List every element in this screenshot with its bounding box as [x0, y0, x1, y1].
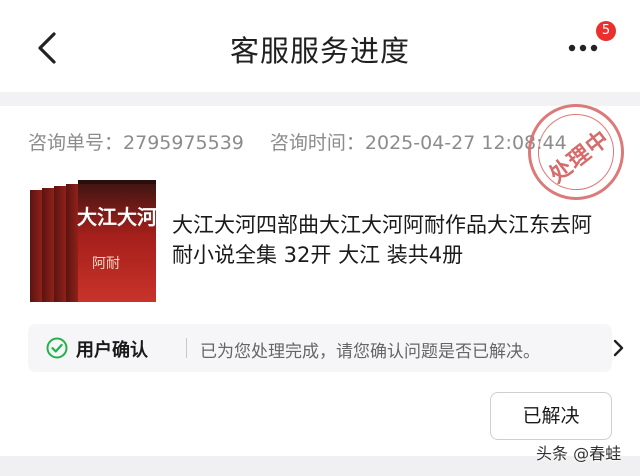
- check-circle-icon: [46, 337, 68, 359]
- ticket-number-label: 咨询单号：: [28, 132, 124, 154]
- confirm-separator: [186, 338, 187, 358]
- more-options-button[interactable]: [564, 34, 604, 62]
- resolved-button[interactable]: 已解决: [490, 392, 612, 440]
- ticket-meta: 咨询单号：2795975539 咨询时间：2025-04-27 12:08:44: [28, 128, 567, 155]
- ticket-number-value: 2795975539: [123, 132, 244, 154]
- notification-badge: 5: [596, 21, 616, 41]
- confirm-label: 用户确认: [76, 340, 148, 361]
- header-bar: 客服服务进度 5: [0, 0, 640, 92]
- cover-title: 大江大河: [77, 205, 157, 229]
- cover-author: 阿耐: [92, 256, 120, 272]
- watermark: 头条 @春蛙: [536, 444, 622, 463]
- product-image: 大江大河 阿耐: [28, 176, 160, 306]
- ellipsis-icon: [568, 44, 598, 52]
- product-title[interactable]: 大江大河四部曲大江大河阿耐作品大江东去阿耐小说全集 32开 大江 装共4册: [172, 210, 612, 270]
- chevron-right-icon: [613, 339, 624, 357]
- user-confirm-bar[interactable]: 用户确认 已为您处理完成，请您确认问题是否已解决。: [28, 324, 624, 372]
- confirm-message: 已为您处理完成，请您确认问题是否已解决。: [200, 342, 540, 362]
- page-title: 客服服务进度: [229, 34, 410, 68]
- section-divider: [0, 92, 640, 106]
- ticket-time-label: 咨询时间：: [269, 132, 365, 154]
